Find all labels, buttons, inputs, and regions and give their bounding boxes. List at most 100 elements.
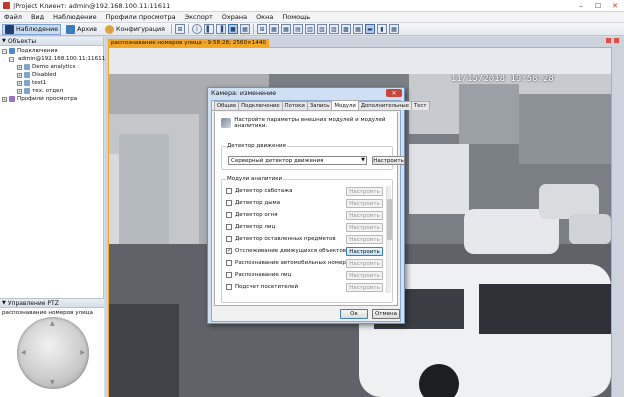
module-configure-button[interactable]: Настроить	[346, 271, 383, 280]
menu-export[interactable]: Экспорт	[185, 13, 213, 21]
tree-server[interactable]: − admin@192.168.100.11:11611	[2, 55, 105, 63]
module-configure-button[interactable]: Настроить	[346, 247, 383, 256]
module-configure-button[interactable]: Настроить	[346, 199, 383, 208]
layout-6x6-icon[interactable]: ▦	[352, 24, 363, 34]
expand-toggle-icon[interactable]: +	[17, 72, 22, 78]
collapse-icon[interactable]: ▼	[2, 38, 6, 44]
title-bar: |Project Клиент: admin@192.168.100.11:11…	[0, 0, 624, 12]
arrow-left-icon[interactable]: ◀	[21, 349, 26, 356]
toolbar-separator	[187, 24, 189, 34]
module-checkbox[interactable]	[226, 272, 232, 278]
expand-toggle-icon[interactable]: +	[17, 64, 22, 70]
tab-connection[interactable]: Подключение	[238, 101, 283, 110]
menu-help[interactable]: Помощь	[282, 13, 310, 21]
collapse-icon[interactable]: ▼	[2, 300, 6, 306]
layout-1p5-icon[interactable]: ▤	[292, 24, 303, 34]
layout-1x1-icon[interactable]: ■	[227, 24, 238, 34]
menu-surveillance[interactable]: Наблюдение	[53, 13, 96, 21]
module-configure-button[interactable]: Настроить	[346, 211, 383, 220]
module-checkbox[interactable]	[226, 200, 232, 206]
tree-item[interactable]: + Demo analytics	[2, 63, 103, 71]
layout-4x4-icon[interactable]: ▦	[280, 24, 291, 34]
wrench-icon	[221, 118, 232, 128]
profiles-icon	[9, 96, 15, 102]
layout-wide-icon[interactable]: ▬	[364, 24, 375, 34]
module-checkbox[interactable]	[226, 260, 232, 266]
modules-page: Настройте параметры внешних модулей и мо…	[214, 112, 405, 306]
tab-recording[interactable]: Запись	[306, 101, 333, 110]
modules-scrollbar[interactable]	[386, 186, 392, 293]
video-cell-title: распознавание номеров улица - 9:58:28; 2…	[108, 39, 269, 47]
arrow-up-icon[interactable]: ▲	[50, 320, 55, 327]
tree-profiles[interactable]: + Профили просмотра	[2, 95, 103, 103]
collapse-toggle-icon[interactable]: −	[9, 56, 14, 62]
tab-additional[interactable]: Дополнительные	[357, 101, 412, 110]
layout-grid-icon[interactable]: ▦	[388, 24, 399, 34]
maximize-cell-icon[interactable]	[606, 38, 611, 43]
module-configure-button[interactable]: Настроить	[346, 283, 383, 292]
tab-general[interactable]: Общие	[214, 101, 240, 110]
close-icon[interactable]: ✕	[608, 1, 622, 10]
chevron-down-icon: ▼	[361, 157, 365, 163]
menu-view[interactable]: Вид	[31, 13, 44, 21]
collapse-toggle-icon[interactable]: −	[2, 48, 7, 54]
menu-windows[interactable]: Окна	[256, 13, 273, 21]
ptz-joystick[interactable]: ▲ ▼ ◀ ▶	[17, 317, 89, 389]
module-checkbox[interactable]	[226, 224, 232, 230]
archive-button[interactable]: Архив	[63, 24, 100, 35]
module-checkbox[interactable]	[226, 284, 232, 290]
dialog-close-button[interactable]: ✕	[386, 89, 402, 97]
module-checkbox[interactable]	[226, 236, 232, 242]
tree-item[interactable]: + Disabled	[2, 71, 103, 79]
layout-dropdown-icon[interactable]: ⊞	[174, 24, 185, 34]
layout-3x3-icon[interactable]: ▦	[268, 24, 279, 34]
tab-modules[interactable]: Модули	[331, 100, 359, 110]
expand-toggle-icon[interactable]: +	[17, 88, 22, 94]
info-icon[interactable]: i	[191, 24, 202, 34]
module-configure-button[interactable]: Настроить	[346, 235, 383, 244]
module-configure-button[interactable]: Настроить	[346, 259, 383, 268]
motion-detector-group: Детектор движения Серверный детектор дви…	[221, 143, 405, 170]
arrow-right-icon[interactable]: ▶	[80, 349, 85, 356]
tree-item[interactable]: + тех. отдел	[2, 87, 103, 95]
cancel-button[interactable]: Отмена	[372, 309, 400, 319]
module-configure-button[interactable]: Настроить	[346, 187, 383, 196]
panel-left-icon[interactable]: ▌	[203, 24, 214, 34]
tab-test[interactable]: Тест	[411, 101, 430, 110]
module-checkbox[interactable]	[226, 188, 232, 194]
layout-5x5-icon[interactable]: ▩	[340, 24, 351, 34]
menu-security[interactable]: Охрана	[222, 13, 247, 21]
minimize-icon[interactable]: –	[574, 1, 588, 10]
folder-icon	[24, 64, 30, 70]
layout-1p7-icon[interactable]: ▥	[304, 24, 315, 34]
arrow-down-icon[interactable]: ▼	[50, 379, 55, 386]
monitor-icon	[5, 24, 14, 34]
close-cell-icon[interactable]	[614, 38, 619, 43]
toolbar-separator	[170, 24, 172, 34]
motion-detector-select[interactable]: Серверный детектор движения ▼	[228, 156, 367, 165]
layout-tall-icon[interactable]: ▮	[376, 24, 387, 34]
objects-tree: − Подключения − admin@192.168.100.11:116…	[0, 46, 105, 103]
menu-file[interactable]: Файл	[4, 13, 22, 21]
module-checkbox[interactable]	[226, 212, 232, 218]
maximize-icon[interactable]: ☐	[591, 1, 605, 10]
layout-custom-icon[interactable]: ▦	[239, 24, 250, 34]
layout-1p12-icon[interactable]: ▧	[316, 24, 327, 34]
expand-toggle-icon[interactable]: +	[17, 80, 22, 86]
scrollbar-thumb[interactable]	[387, 199, 392, 240]
module-configure-button[interactable]: Настроить	[346, 223, 383, 232]
app-logo-icon	[3, 2, 10, 9]
layout-2p8-icon[interactable]: ▨	[328, 24, 339, 34]
module-checkbox-checked[interactable]: ✓	[226, 248, 232, 254]
panel-right-icon[interactable]: ▐	[215, 24, 226, 34]
layout-2x2-icon[interactable]: ⊞	[256, 24, 267, 34]
tree-item[interactable]: + test1	[2, 79, 103, 87]
config-button[interactable]: Конфигурация	[102, 24, 168, 35]
menu-profiles[interactable]: Профили просмотра	[106, 13, 176, 21]
ok-button[interactable]: Ок	[340, 309, 368, 319]
tree-connections[interactable]: − Подключения	[2, 47, 103, 55]
tab-streams[interactable]: Потоки	[281, 101, 308, 110]
expand-toggle-icon[interactable]: +	[2, 96, 7, 102]
observe-button[interactable]: Наблюдение	[2, 23, 62, 35]
motion-configure-button[interactable]: Настроить	[372, 156, 405, 165]
